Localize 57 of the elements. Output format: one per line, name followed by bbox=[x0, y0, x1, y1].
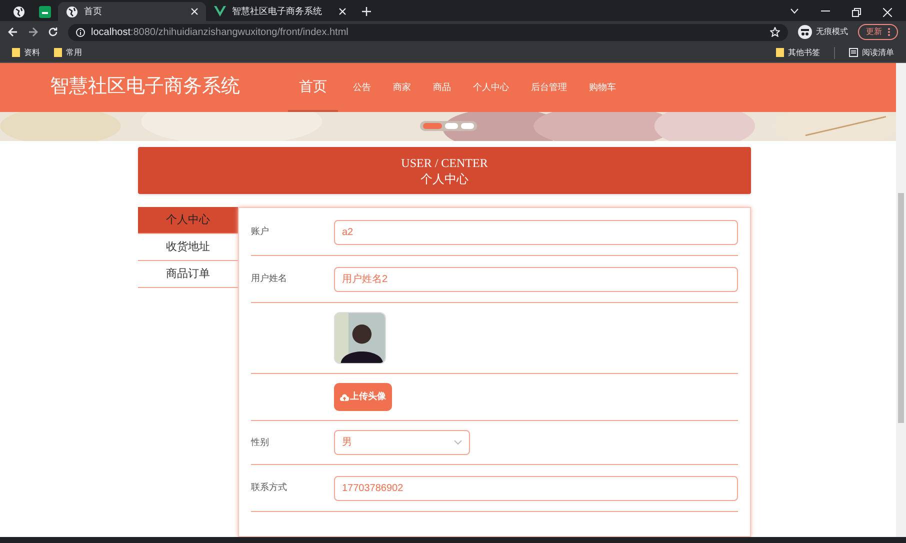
cloud-upload-icon bbox=[340, 394, 349, 400]
text-field[interactable]: a2 bbox=[334, 220, 738, 244]
field-label: 用户姓名 bbox=[251, 272, 288, 286]
bookmark-link[interactable]: 资料 bbox=[24, 46, 40, 58]
tab-title: 智慧社区电子商务系统 bbox=[232, 4, 323, 18]
chevron-icon bbox=[454, 440, 462, 445]
bookmark-link[interactable]: 常用 bbox=[66, 46, 82, 58]
close-icon[interactable] bbox=[191, 8, 198, 15]
browser-tab[interactable]: 首页 bbox=[58, 2, 206, 21]
nav-link[interactable]: 公告 bbox=[342, 63, 382, 112]
info-icon bbox=[76, 28, 85, 36]
update-button[interactable]: 更新 bbox=[858, 24, 898, 40]
incognito-label: 无痕模式 bbox=[816, 26, 848, 38]
upload-button[interactable]: 上传头像 bbox=[334, 383, 392, 411]
sidebar-item[interactable]: 个人中心 bbox=[138, 207, 238, 234]
site-title: 智慧社区电子商务系统 bbox=[50, 75, 241, 100]
forward-icon[interactable] bbox=[28, 27, 38, 37]
address-bar[interactable]: localhost:8080/zhihuidianzishangwuxitong/front/index.html bbox=[68, 24, 788, 40]
bookmark-link[interactable]: 阅读清单 bbox=[862, 46, 894, 58]
chevron-icon[interactable] bbox=[790, 8, 799, 14]
folder-icon bbox=[776, 48, 784, 57]
nav-link[interactable]: 购物车 bbox=[578, 63, 627, 112]
section-title: USER / CENTER bbox=[401, 154, 488, 170]
restore-icon[interactable] bbox=[852, 8, 861, 17]
globe-icon bbox=[13, 6, 25, 18]
field-label: 性别 bbox=[251, 436, 270, 449]
sidebar-item[interactable]: 商品订单 bbox=[138, 261, 238, 288]
select-field[interactable]: 男 bbox=[334, 430, 470, 455]
nav-link[interactable]: 商家 bbox=[382, 63, 422, 112]
globe-icon bbox=[66, 6, 78, 18]
bookmark-link[interactable]: 其他书签 bbox=[788, 46, 820, 58]
reload-icon[interactable] bbox=[48, 27, 58, 37]
text-field[interactable]: 用户姓名2 bbox=[334, 266, 738, 292]
field-label: 联系方式 bbox=[251, 481, 288, 494]
minimize-icon[interactable] bbox=[821, 8, 830, 14]
folder-icon bbox=[54, 48, 62, 57]
nav-link[interactable]: 个人中心 bbox=[462, 63, 520, 112]
scrollbar[interactable] bbox=[896, 63, 906, 537]
nav-link[interactable]: 后台管理 bbox=[520, 63, 578, 112]
nav-link[interactable]: 商品 bbox=[422, 63, 462, 112]
close-icon[interactable] bbox=[883, 8, 892, 17]
folder-icon bbox=[12, 48, 20, 57]
browser-tab[interactable]: 智慧社区电子商务系统 bbox=[206, 2, 354, 21]
text-field[interactable]: 17703786902 bbox=[334, 476, 738, 500]
back-icon[interactable] bbox=[8, 27, 18, 37]
v-logo-icon bbox=[214, 6, 226, 17]
star-icon[interactable] bbox=[770, 27, 780, 37]
reading-list-icon bbox=[849, 48, 858, 57]
incognito-icon bbox=[798, 25, 812, 39]
field-label: 账户 bbox=[251, 225, 270, 238]
close-icon[interactable] bbox=[339, 8, 346, 15]
spreadsheet-icon bbox=[39, 6, 51, 18]
section-subtitle: 个人中心 bbox=[420, 170, 468, 186]
tab-title: 首页 bbox=[84, 4, 103, 18]
new-tab-icon[interactable] bbox=[362, 7, 371, 16]
url-text: localhost:8080/zhihuidianzishangwuxitong/front/index.html bbox=[91, 26, 350, 40]
sidebar-item[interactable]: 收货地址 bbox=[138, 234, 238, 261]
